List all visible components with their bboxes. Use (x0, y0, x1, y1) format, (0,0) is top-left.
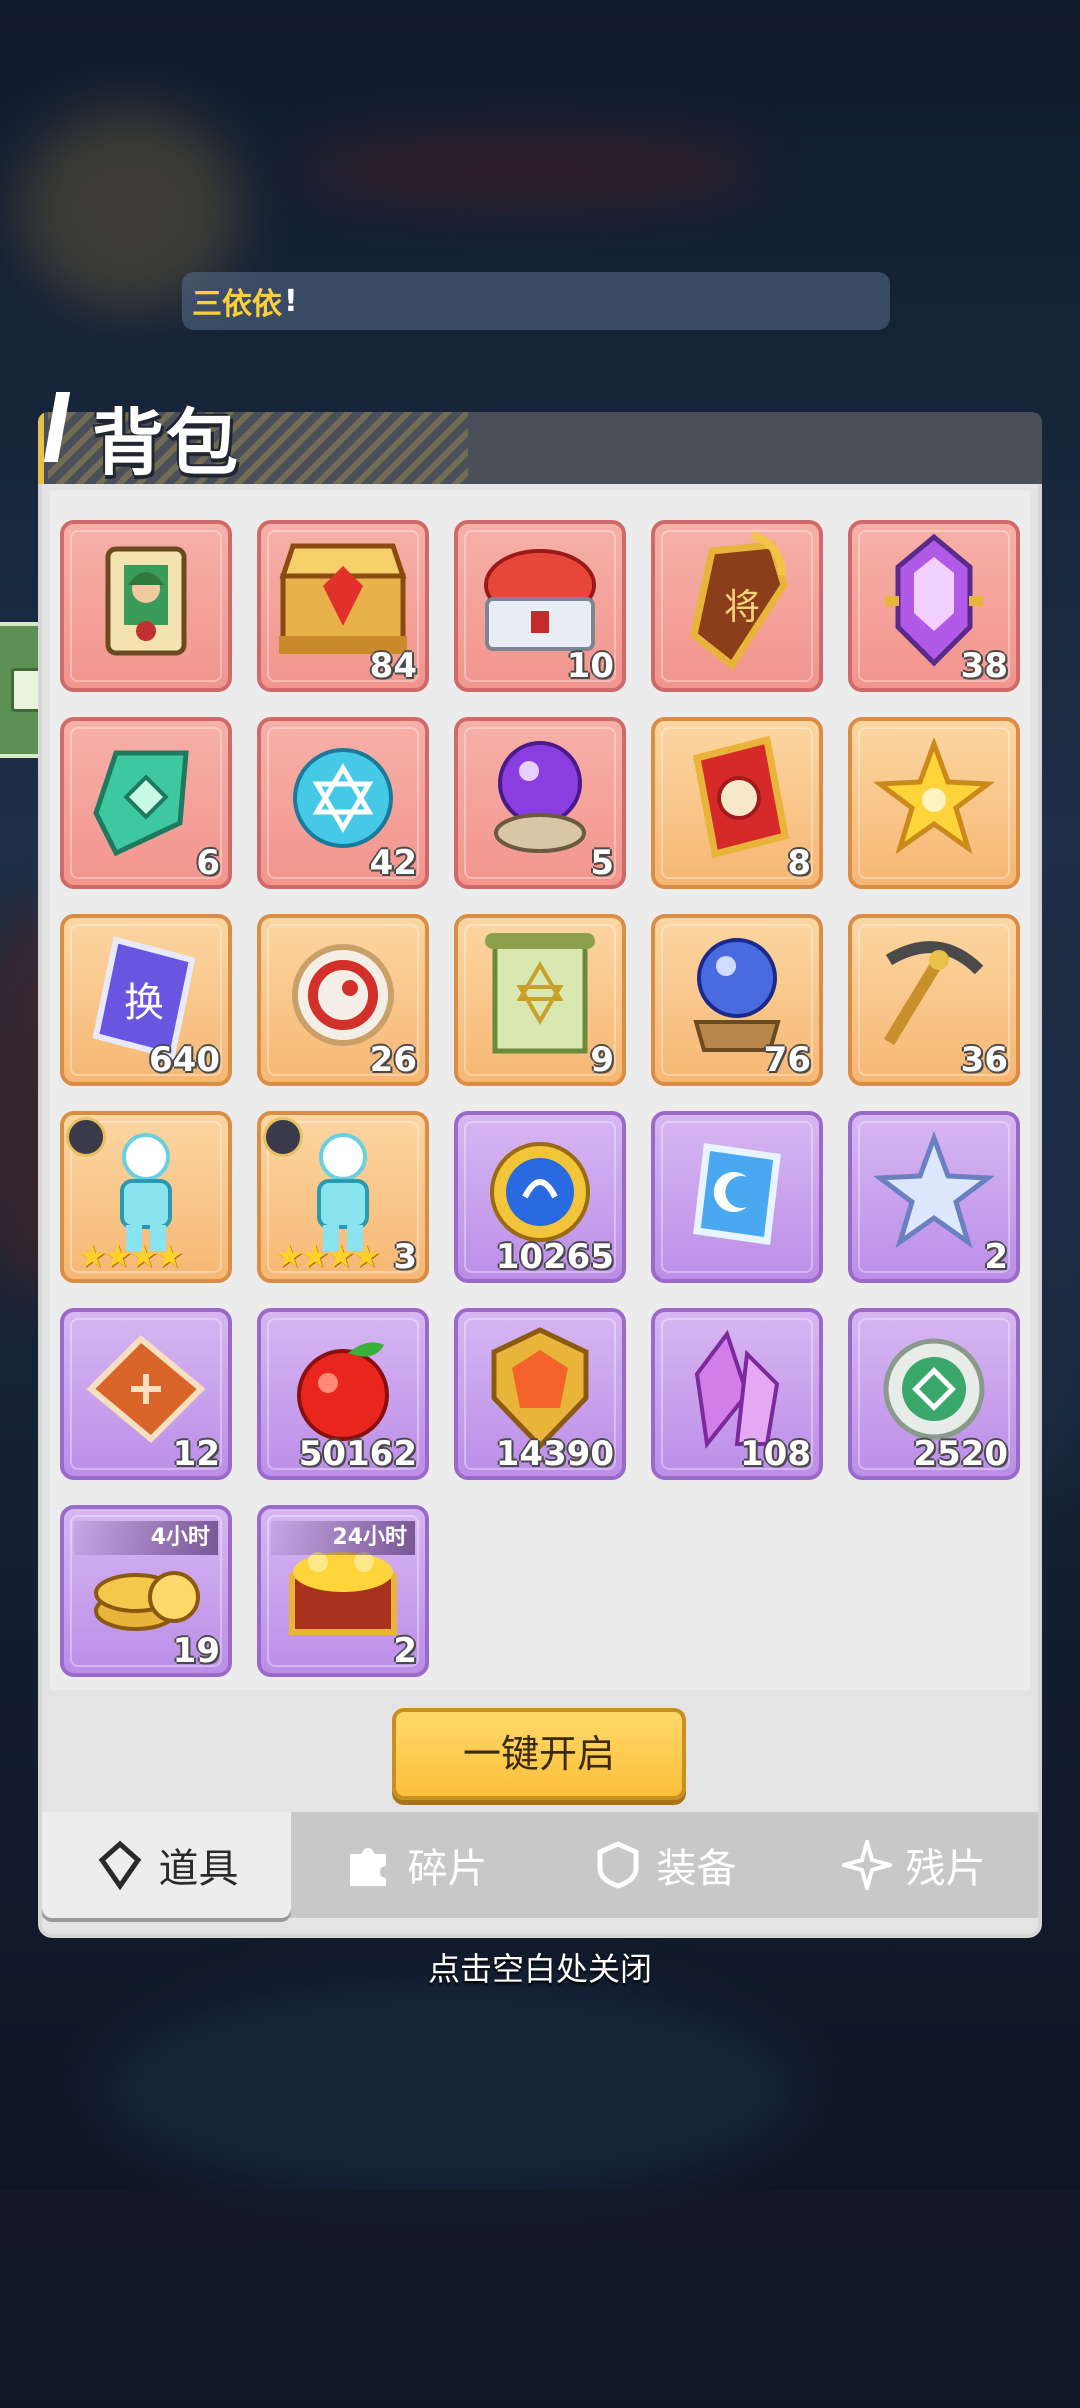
armor-icon (593, 1840, 643, 1890)
item-timer: 4小时 (74, 1521, 218, 1555)
bag-item-figure-b[interactable]: ★★★★ 3 (257, 1111, 429, 1283)
red-talisman-icon (677, 728, 797, 872)
item-count: 19 (172, 1631, 220, 1671)
item-grid: 84 10 将 38 6 42 5 8 换 640 26 9 76 36 ★★★★ ★★★★ 3 10265 2 12… (50, 490, 1030, 1690)
chat-banner: 三依依 ! (182, 272, 890, 330)
bag-item-purple-orb[interactable]: 5 (454, 717, 626, 889)
star-rating: ★★★★ (78, 1237, 184, 1275)
scroll-icon (475, 925, 605, 1069)
bag-item-purple-crystal[interactable]: 38 (848, 520, 1020, 692)
bag-item-dragon-coin[interactable]: 26 (257, 914, 429, 1086)
bag-item-treasure-chest[interactable]: 24小时 2 (257, 1505, 429, 1677)
item-count: 3 (393, 1237, 417, 1277)
class-badge-icon (263, 1117, 303, 1157)
hero-card-icon (104, 545, 188, 661)
props-icon (95, 1840, 145, 1891)
item-count: 84 (369, 646, 417, 686)
svg-text:将: 将 (724, 587, 760, 628)
green-coin-icon (879, 1334, 989, 1448)
chat-name: 三依依 (192, 287, 282, 322)
puzzle-icon (344, 1840, 394, 1890)
bag-item-blue-orb[interactable]: 42 (257, 717, 429, 889)
class-badge-icon (66, 1117, 106, 1157)
bag-item-red-chest[interactable]: 84 (257, 520, 429, 692)
bag-item-red-talisman[interactable]: 8 (651, 717, 823, 889)
shard-icon (836, 1834, 897, 1896)
bag-item-blue-coin[interactable]: 10265 (454, 1111, 626, 1283)
star-rating: ★★★★ (275, 1237, 381, 1275)
purple-orb-icon (485, 733, 595, 867)
item-count: 2520 (913, 1434, 1008, 1474)
bag-item-moon-badge[interactable] (651, 1111, 823, 1283)
dragon-coin-icon (288, 940, 398, 1054)
bag-item-pickaxe[interactable]: 36 (848, 914, 1020, 1086)
moon-badge-icon (677, 1127, 797, 1261)
bag-item-green-token[interactable]: 6 (60, 717, 232, 889)
item-count: 42 (369, 843, 417, 883)
item-count: 10 (566, 646, 614, 686)
item-count: 8 (787, 843, 811, 883)
chat-excl: ! (284, 283, 298, 319)
bag-item-scroll[interactable]: 9 (454, 914, 626, 1086)
tab-label: 碎片 (407, 1846, 488, 1892)
blue-coin-icon (485, 1137, 595, 1251)
panel-title: 背包 (92, 401, 241, 485)
close-hint: 点击空白处关闭 (427, 1950, 652, 1988)
item-count: 14390 (495, 1434, 614, 1474)
item-timer: 24小时 (271, 1521, 415, 1555)
bag-item-figure-a[interactable]: ★★★★ (60, 1111, 232, 1283)
green-token-icon (86, 733, 206, 867)
item-count: 5 (590, 843, 614, 883)
svg-text:换: 换 (124, 980, 164, 1026)
tab-remnants[interactable]: 残片 (789, 1812, 1038, 1918)
bag-item-crystal[interactable]: 108 (651, 1308, 823, 1480)
bag-tabbar: 道具 碎片 装备 残片 (42, 1812, 1038, 1918)
silver-star-icon (872, 1130, 996, 1256)
tab-label: 残片 (905, 1846, 986, 1892)
item-count: 36 (960, 1040, 1008, 1080)
bag-item-gold-star[interactable] (848, 717, 1020, 889)
bag-item-general-token[interactable]: 将 (651, 520, 823, 692)
hexagram-orb-icon (288, 743, 398, 857)
bag-item-gem-shield[interactable]: 14390 (454, 1308, 626, 1480)
item-count: 10265 (495, 1237, 614, 1277)
bag-item-gold-coins[interactable]: 4小时 19 (60, 1505, 232, 1677)
tab-label: 道具 (158, 1846, 239, 1892)
bag-item-silver-star[interactable]: 2 (848, 1111, 1020, 1283)
item-count: 12 (172, 1434, 220, 1474)
item-count: 108 (740, 1434, 811, 1474)
item-count: 640 (149, 1040, 220, 1080)
gold-star-icon (872, 736, 996, 862)
bag-item-green-coin[interactable]: 2520 (848, 1308, 1020, 1480)
tab-label: 装备 (656, 1846, 737, 1892)
general-token-icon: 将 (682, 530, 792, 675)
item-count: 26 (369, 1040, 417, 1080)
bag-item-hero-card[interactable] (60, 520, 232, 692)
tab-equipment[interactable]: 装备 (540, 1812, 789, 1918)
item-count: 2 (984, 1237, 1008, 1277)
tab-fragments[interactable]: 碎片 (291, 1812, 540, 1918)
bag-item-apple[interactable]: 50162 (257, 1308, 429, 1480)
bottom-dock (0, 2190, 1080, 2408)
bag-item-silver-chest[interactable]: 10 (454, 520, 626, 692)
item-count: 38 (960, 646, 1008, 686)
bag-item-red-ticket[interactable]: 12 (60, 1308, 232, 1480)
bag-item-blue-orb-stand[interactable]: 76 (651, 914, 823, 1086)
item-count: 6 (196, 843, 220, 883)
tab-props[interactable]: 道具 (42, 1812, 291, 1918)
open-all-button[interactable]: 一键开启 (392, 1708, 686, 1800)
item-count: 76 (763, 1040, 811, 1080)
item-count: 50162 (298, 1434, 417, 1474)
item-count: 9 (590, 1040, 614, 1080)
item-count: 2 (393, 1631, 417, 1671)
bag-item-exchange-ticket[interactable]: 换 640 (60, 914, 232, 1086)
